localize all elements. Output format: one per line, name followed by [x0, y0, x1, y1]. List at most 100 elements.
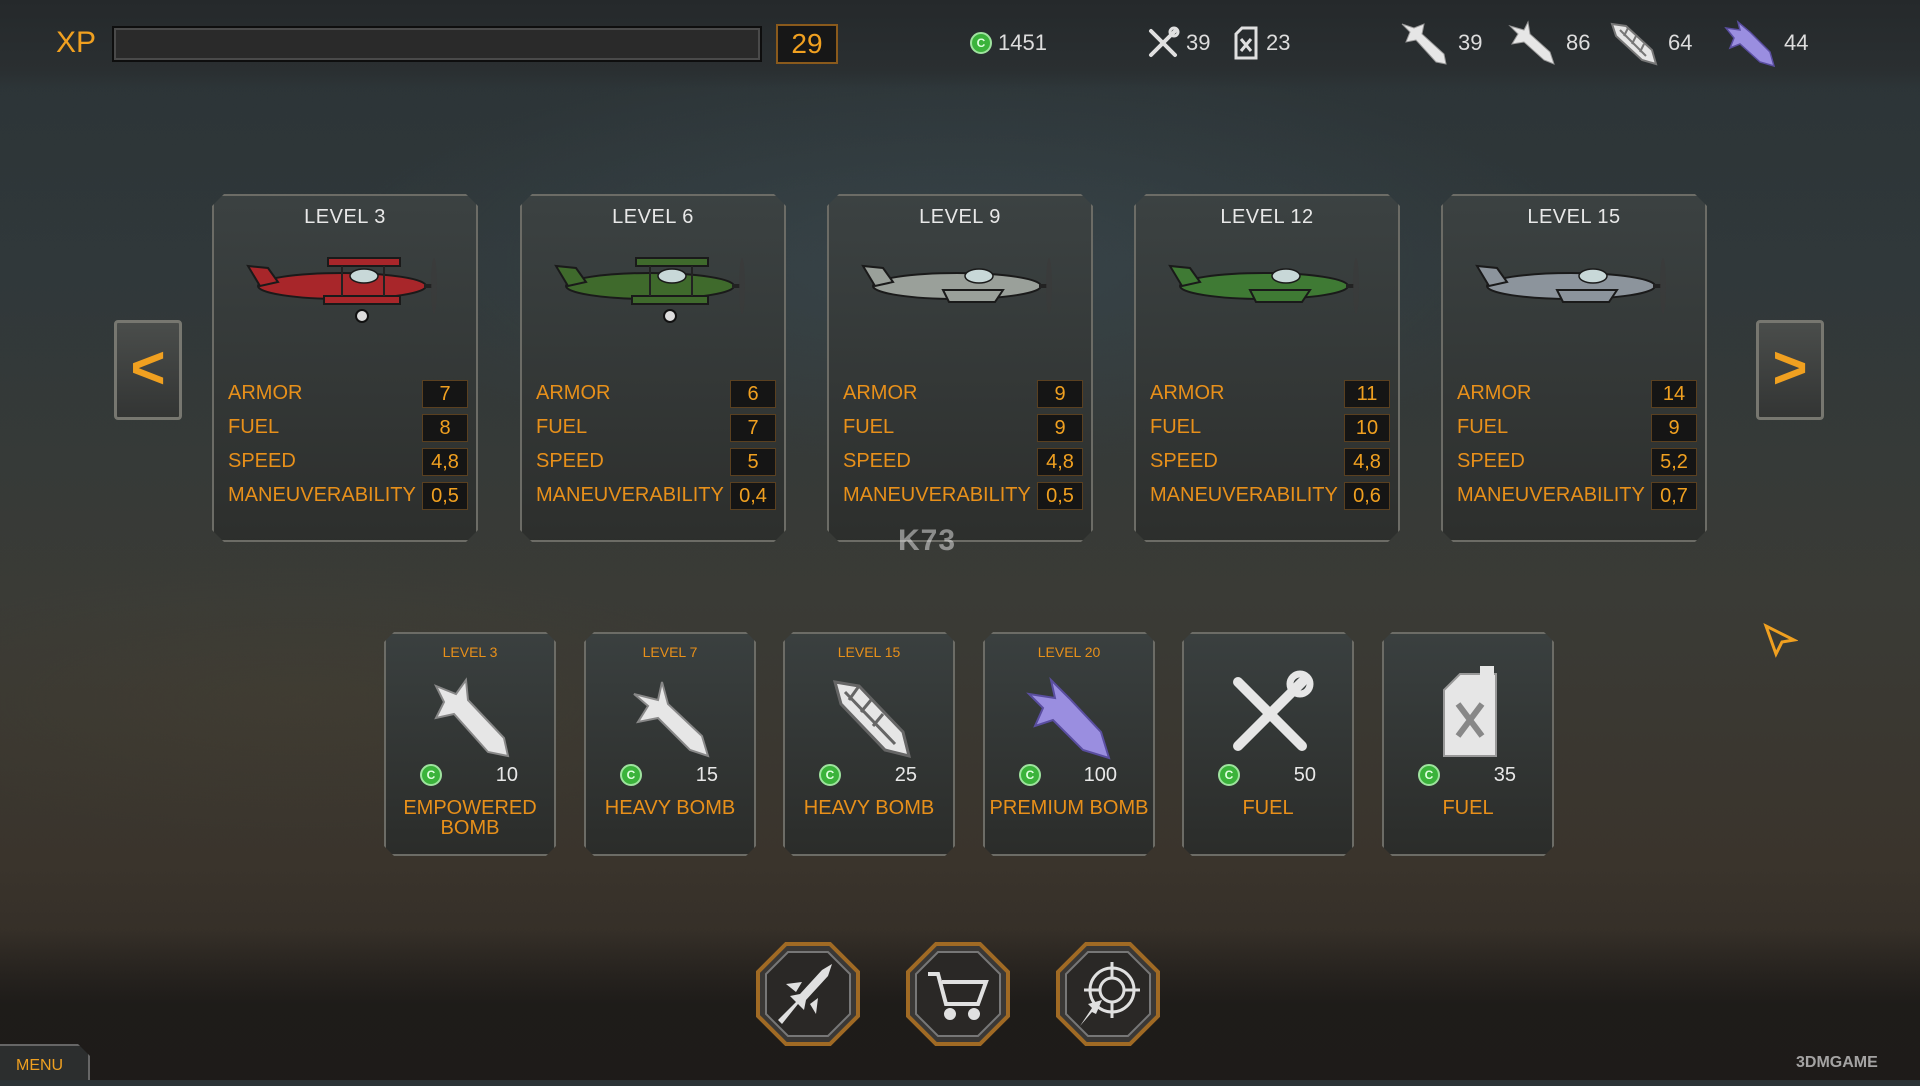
stat-label: FUEL [1150, 416, 1202, 438]
plane-level: LEVEL 6 [612, 206, 694, 228]
stat-value: 5 [730, 448, 776, 476]
stat-armor: ARMOR 11 [1150, 380, 1390, 408]
item-price: C 15 [620, 764, 732, 786]
hangar-button[interactable] [756, 942, 860, 1046]
shop-item-5[interactable]: C 50 FUEL [1182, 632, 1354, 856]
coin-balance-value: 1451 [998, 30, 1047, 55]
bomb-count-1-value: 39 [1458, 30, 1483, 55]
player-level: 29 [776, 24, 838, 64]
xp-progress-bar [112, 26, 762, 62]
fuel-can-count: 23 [1232, 26, 1290, 60]
xp-label: XP [56, 26, 97, 59]
item-price: C 25 [819, 764, 931, 786]
stat-label: MANEUVERABILITY [843, 484, 1031, 506]
empowered-bomb-icon [1401, 23, 1447, 65]
plane-3-image [853, 238, 1071, 328]
item-price-value: 10 [495, 764, 518, 786]
heavy-bomb-icon [622, 664, 722, 764]
top-bar: XP 29 C 1451 39 23 39 86 64 44 [0, 0, 1920, 88]
stat-maneuverability: MANEUVERABILITY 0,7 [1457, 482, 1697, 510]
shop-item-1[interactable]: LEVEL 3 C 10 EMPOWERED BOMB [384, 632, 556, 856]
stat-value: 0,5 [422, 482, 468, 510]
stat-maneuverability: MANEUVERABILITY 0,4 [536, 482, 776, 510]
stat-value: 14 [1651, 380, 1697, 408]
stat-label: SPEED [1457, 450, 1525, 472]
prev-planes-button[interactable]: < [114, 320, 182, 420]
shop-item-6[interactable]: C 35 FUEL [1382, 632, 1554, 856]
stat-fuel: FUEL 9 [843, 414, 1083, 442]
stat-label: FUEL [843, 416, 895, 438]
stat-label: ARMOR [228, 382, 303, 404]
fuel-can-value: 23 [1266, 30, 1291, 55]
item-level: LEVEL 15 [837, 644, 901, 660]
stat-armor: ARMOR 14 [1457, 380, 1697, 408]
item-price-value: 35 [1493, 764, 1516, 786]
watermark-center: K73 [898, 524, 957, 557]
coin-icon: C [819, 764, 841, 786]
bomb-count-2: 86 [1504, 20, 1591, 65]
shop-button[interactable] [906, 942, 1010, 1046]
coin-icon: C [420, 764, 442, 786]
item-level: LEVEL 3 [442, 644, 498, 660]
stat-label: MANEUVERABILITY [228, 484, 416, 506]
stat-value: 7 [422, 380, 468, 408]
stat-label: ARMOR [843, 382, 918, 404]
watermark-corner: 3DMGAME [1796, 1054, 1878, 1071]
item-price: C 35 [1418, 764, 1530, 786]
stat-value: 6 [730, 380, 776, 408]
plane-card-2[interactable]: LEVEL 6 ARMOR 6 FUEL 7 SPEED 5 MANEUVERABILITY 0… [520, 194, 786, 542]
plane-4-image [1160, 238, 1378, 328]
coin-balance: C 1451 [970, 26, 1047, 60]
item-name: FUEL [1242, 797, 1294, 819]
stat-label: SPEED [843, 450, 911, 472]
stat-value: 7 [730, 414, 776, 442]
item-name: HEAVY BOMB [604, 797, 736, 819]
stat-maneuverability: MANEUVERABILITY 0,5 [228, 482, 468, 510]
plane-card-4[interactable]: LEVEL 12 ARMOR 11 FUEL 10 SPEED 4,8 MANEUVERABI… [1134, 194, 1400, 542]
heavy-bomb-2-icon [1610, 22, 1658, 66]
stat-value: 9 [1037, 380, 1083, 408]
shop-item-3[interactable]: LEVEL 15 C 25 HEAVY BOMB [783, 632, 955, 856]
premium-bomb-icon [1724, 19, 1776, 68]
item-level: LEVEL 20 [1037, 644, 1101, 660]
menu-button[interactable]: MENU [0, 1044, 90, 1080]
stat-maneuverability: MANEUVERABILITY 0,5 [843, 482, 1083, 510]
stat-value: 0,7 [1651, 482, 1697, 510]
item-price: C 50 [1218, 764, 1330, 786]
coin-icon: C [1418, 764, 1440, 786]
stat-value: 9 [1651, 414, 1697, 442]
stat-label: MANEUVERABILITY [1150, 484, 1338, 506]
repair-kit-value: 39 [1186, 30, 1211, 55]
plane-level: LEVEL 12 [1220, 206, 1314, 228]
stat-label: FUEL [1457, 416, 1509, 438]
stat-armor: ARMOR 6 [536, 380, 776, 408]
bomb-count-3-value: 64 [1668, 30, 1693, 55]
stat-label: SPEED [228, 450, 296, 472]
stat-label: ARMOR [536, 382, 611, 404]
heavy-bomb-icon [1508, 20, 1555, 65]
next-planes-button[interactable]: > [1756, 320, 1824, 420]
stat-armor: ARMOR 9 [843, 380, 1083, 408]
fuel-can-icon [1234, 26, 1258, 60]
plane-card-1[interactable]: LEVEL 3 ARMOR 7 FUEL 8 SPEED 4,8 MANEUVERABILIT… [212, 194, 478, 542]
plane-level: LEVEL 9 [919, 206, 1001, 228]
stat-armor: ARMOR 7 [228, 380, 468, 408]
item-name: EMPOWERED BOMB [403, 797, 537, 839]
item-price: C 10 [420, 764, 532, 786]
bomb-count-2-value: 86 [1566, 30, 1591, 55]
stat-speed: SPEED 5,2 [1457, 448, 1697, 476]
stat-value: 10 [1344, 414, 1390, 442]
stat-fuel: FUEL 8 [228, 414, 468, 442]
plane-card-3[interactable]: LEVEL 9 ARMOR 9 FUEL 9 SPEED 4,8 MANEUVERABILIT… [827, 194, 1093, 542]
bomb-count-1: 39 [1396, 23, 1483, 65]
item-name: PREMIUM BOMB [989, 797, 1149, 819]
mission-button[interactable] [1056, 942, 1160, 1046]
shop-item-4[interactable]: LEVEL 20 C 100 PREMIUM BOMB [983, 632, 1155, 856]
heavy-bomb-2-icon [821, 664, 921, 764]
fuel-can-icon [1420, 664, 1520, 764]
plane-card-5[interactable]: LEVEL 15 ARMOR 14 FUEL 9 SPEED 5,2 MANEUVERABIL… [1441, 194, 1707, 542]
coin-icon: C [1218, 764, 1240, 786]
bomb-count-3: 64 [1606, 22, 1693, 66]
shop-item-2[interactable]: LEVEL 7 C 15 HEAVY BOMB [584, 632, 756, 856]
stat-speed: SPEED 4,8 [1150, 448, 1390, 476]
